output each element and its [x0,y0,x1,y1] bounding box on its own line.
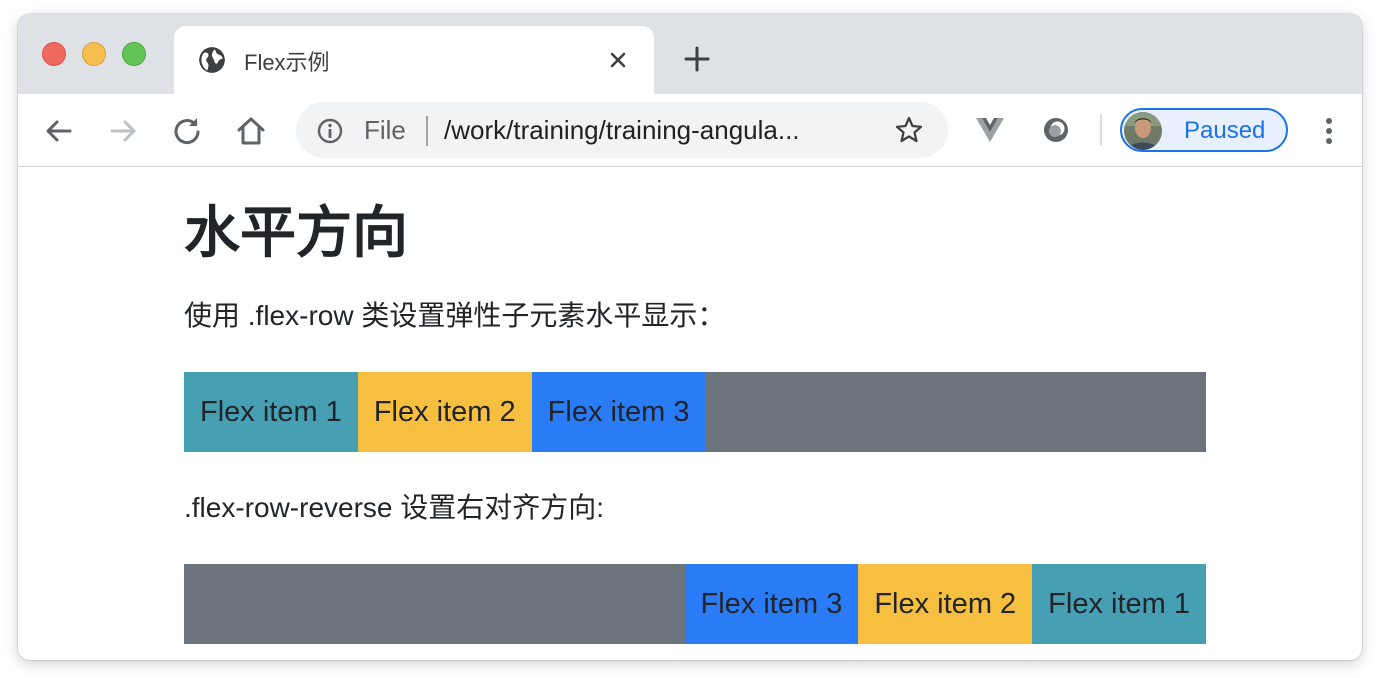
flex-row-reverse-container: Flex item 1 Flex item 2 Flex item 3 [184,564,1206,644]
toolbar-divider [1100,114,1102,146]
back-icon[interactable] [42,114,76,148]
flex-row-description: 使用 .flex-row 类设置弹性子元素水平显示： [184,300,726,331]
page-content: 水平方向 使用 .flex-row 类设置弹性子元素水平显示： Flex ite… [18,168,1362,660]
vue-devtools-extension-icon[interactable] [974,114,1006,146]
flex-item: Flex item 2 [357,372,532,452]
bookmark-star-icon[interactable] [894,115,924,145]
page-heading: 水平方向 [184,201,408,266]
browser-toolbar: File /work/training/training-angula... P… [18,94,1362,167]
close-window-button[interactable] [42,42,66,66]
tab-title: Flex示例 [244,50,330,75]
url-scheme-label: File [364,115,406,145]
globe-icon [199,47,225,73]
url-text[interactable]: /work/training/training-angula... [444,115,874,146]
flex-item: Flex item 1 [1032,564,1206,644]
profile-button[interactable]: Paused [1120,108,1288,152]
flex-item: Flex item 1 [184,372,358,452]
more-menu-icon[interactable] [1314,114,1344,148]
flex-item: Flex item 3 [684,564,859,644]
flex-row-container: Flex item 1 Flex item 2 Flex item 3 [184,372,1206,452]
new-tab-icon[interactable] [682,44,712,74]
url-divider [426,116,428,146]
info-icon[interactable] [316,117,344,145]
flex-item: Flex item 3 [531,372,706,452]
home-icon[interactable] [234,114,268,148]
tab-strip: Flex示例 [18,14,1362,96]
circle-extension-icon[interactable] [1042,116,1070,144]
avatar [1124,112,1162,150]
flex-item: Flex item 2 [858,564,1033,644]
reload-icon[interactable] [170,114,204,148]
active-tab[interactable]: Flex示例 [174,26,654,96]
forward-icon[interactable] [106,114,140,148]
minimize-window-button[interactable] [82,42,106,66]
flex-row-reverse-description: .flex-row-reverse 设置右对齐方向: [184,492,605,523]
zoom-window-button[interactable] [122,42,146,66]
close-tab-icon[interactable] [606,48,630,72]
profile-status-label: Paused [1184,117,1266,144]
browser-window: Flex示例 File /work/training/training-angu… [18,14,1362,660]
address-bar[interactable]: File /work/training/training-angula... [296,102,948,158]
